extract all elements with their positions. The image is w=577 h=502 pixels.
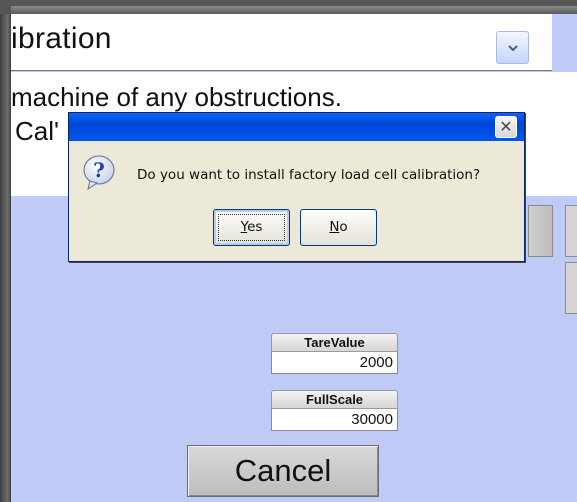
confirm-dialog: ✕ ? Do you want to install factory load … — [68, 112, 525, 262]
tare-value-field[interactable]: 2000 — [271, 352, 398, 374]
edge-button-2[interactable] — [565, 262, 577, 314]
top-strip — [0, 0, 577, 14]
instruction-line-1: machine of any obstructions. — [11, 82, 342, 112]
no-accel: N — [329, 219, 340, 235]
app-window: ibration machine of any obstructions. Ca… — [0, 0, 577, 502]
no-button[interactable]: No — [300, 209, 377, 246]
test-selector-combo[interactable]: ibration — [11, 14, 552, 71]
yes-button[interactable]: Yes — [213, 209, 290, 246]
dialog-titlebar[interactable]: ✕ — [69, 113, 524, 141]
full-scale-field[interactable]: 30000 — [271, 409, 398, 431]
tare-value-group: TareValue 2000 — [271, 333, 398, 374]
no-label: o — [339, 219, 348, 235]
full-scale-label: FullScale — [271, 390, 398, 409]
edge-button-1[interactable] — [565, 205, 577, 257]
combo-dropdown-button[interactable] — [496, 31, 529, 64]
tare-value-label: TareValue — [271, 333, 398, 352]
close-icon: ✕ — [499, 117, 513, 136]
close-button[interactable]: ✕ — [495, 116, 517, 138]
chevron-down-icon — [508, 45, 518, 52]
svg-text:?: ? — [93, 158, 105, 182]
full-scale-group: FullScale 30000 — [271, 390, 398, 431]
cancel-button[interactable]: Cancel — [187, 445, 379, 497]
question-icon: ? — [83, 155, 115, 191]
dialog-message: Do you want to install factory load cell… — [137, 167, 481, 183]
combo-text: ibration — [11, 22, 112, 55]
focus-rectangle — [218, 214, 285, 241]
instruction-line-2: Cal' — [15, 116, 59, 146]
side-button[interactable] — [528, 205, 553, 257]
